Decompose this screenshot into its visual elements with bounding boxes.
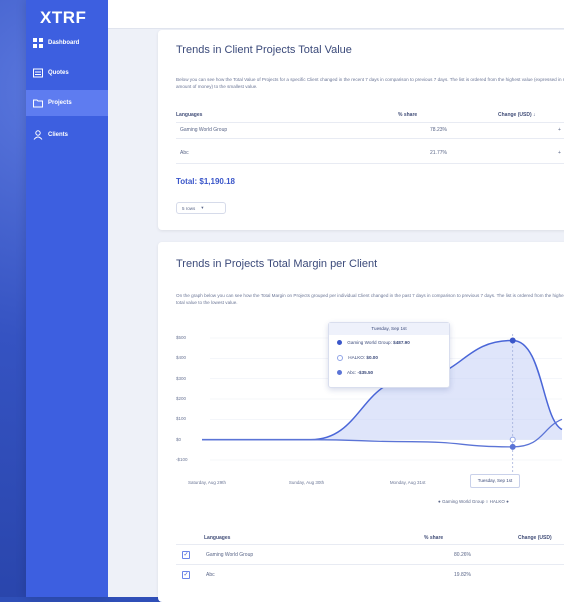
y-tick-label: $200 bbox=[176, 396, 187, 401]
x-tick-label: Sunday, Aug 30th bbox=[288, 480, 325, 485]
row-checkbox[interactable]: ✓ bbox=[182, 571, 190, 579]
y-tick-label: $100 bbox=[176, 416, 187, 422]
row-checkbox[interactable]: ✓ bbox=[182, 551, 190, 559]
x-tick-label: Monday, Aug 31st bbox=[389, 480, 426, 485]
card-description: On the graph below you can see how the T… bbox=[176, 293, 564, 305]
tooltip-series-name: Abc bbox=[347, 370, 355, 375]
legend-item-halko[interactable]: ○ HALKO bbox=[486, 499, 505, 504]
chevron-down-icon: ▾ bbox=[201, 205, 204, 210]
tooltip-series-name: HALKO bbox=[348, 355, 364, 361]
column-header-languages: Languages bbox=[176, 112, 203, 118]
table-cell-name: Gaming World Group bbox=[206, 552, 254, 558]
y-tick-label: $400 bbox=[176, 355, 187, 361]
rows-select-value: 5 rows bbox=[182, 205, 196, 211]
highlighted-date-tag: Tuesday, Sep 1st bbox=[470, 474, 520, 488]
series-dot-icon bbox=[337, 370, 342, 376]
data-point-abc bbox=[509, 443, 516, 450]
column-header-share: % share bbox=[398, 112, 418, 118]
main-content: Trends in Client Projects Total Value Be… bbox=[108, 0, 564, 602]
divider bbox=[176, 138, 564, 139]
column-header-change[interactable]: Change (USD) ↓ bbox=[498, 112, 536, 118]
quotes-icon bbox=[33, 68, 43, 78]
sidebar-item-projects[interactable]: Projects bbox=[26, 90, 108, 116]
tooltip-row: Abc: -$35.50 bbox=[337, 370, 374, 376]
top-bar bbox=[108, 0, 564, 29]
legend-label: Gaming World Group bbox=[441, 499, 485, 504]
chart-tooltip: Tuesday, Sep 1st Gaming World Group: $48… bbox=[328, 322, 450, 388]
y-tick-label: -$100 bbox=[176, 457, 188, 462]
tooltip-date: Tuesday, Sep 1st bbox=[329, 323, 449, 335]
tooltip-value: $487.90 bbox=[393, 340, 410, 345]
sidebar-item-label: Quotes bbox=[48, 70, 69, 76]
divider bbox=[176, 544, 564, 545]
x-tick-label: Saturday, Aug 29th bbox=[188, 480, 226, 485]
y-tick-label: $300 bbox=[176, 375, 187, 381]
tooltip-value: -$35.50 bbox=[357, 370, 374, 375]
projects-icon bbox=[33, 98, 43, 108]
table-cell-share: 19.82% bbox=[454, 572, 471, 578]
sidebar-item-dashboard[interactable]: Dashboard bbox=[26, 30, 108, 56]
sidebar-item-label: Clients bbox=[48, 132, 69, 138]
tooltip-row: Gaming World Group: $487.90 bbox=[337, 340, 410, 346]
column-header-languages: Languages bbox=[204, 535, 231, 541]
table-cell-share: 80.26% bbox=[454, 552, 471, 558]
card-description: Below you can see how the Total Value of… bbox=[176, 77, 564, 89]
divider bbox=[176, 564, 564, 565]
table-cell-share: 21.77% bbox=[430, 150, 447, 156]
data-point-halko bbox=[509, 436, 516, 443]
xtrf-logo: XTRF bbox=[40, 8, 87, 27]
sidebar-item-label: Projects bbox=[48, 100, 72, 106]
data-point-gaming-world-group bbox=[509, 337, 516, 344]
column-header-share: % share bbox=[424, 535, 444, 541]
column-header-change: Change (USD) bbox=[518, 535, 552, 541]
divider bbox=[176, 122, 564, 123]
tooltip-value: $0.00 bbox=[366, 355, 378, 361]
legend-item-abc[interactable]: ● bbox=[506, 499, 509, 504]
table-cell-name: Gaming World Group bbox=[180, 127, 228, 133]
table-cell-change: + bbox=[558, 150, 561, 156]
tooltip-row: HALKO: $0.00 bbox=[337, 355, 378, 361]
table-cell-name: Abc bbox=[180, 150, 189, 156]
clients-icon bbox=[33, 130, 43, 140]
divider bbox=[176, 163, 564, 164]
table-cell-name: Abc bbox=[206, 572, 215, 578]
y-tick-label: $500 bbox=[176, 335, 187, 340]
legend-item-gaming-world-group[interactable]: ● Gaming World Group bbox=[438, 499, 484, 504]
dashboard-icon bbox=[33, 38, 43, 48]
legend-label: HALKO bbox=[489, 499, 505, 504]
table-cell-change: + bbox=[558, 127, 561, 133]
y-tick-label: $0 bbox=[176, 436, 182, 442]
sidebar-item-quotes[interactable]: Quotes bbox=[26, 60, 108, 86]
series-dot-icon bbox=[337, 355, 343, 361]
card-title: Trends in Projects Total Margin per Clie… bbox=[176, 258, 378, 270]
series-dot-icon bbox=[337, 340, 342, 346]
total-value: Total: $1,190.18 bbox=[176, 177, 235, 186]
sidebar-item-label: Dashboard bbox=[48, 40, 80, 46]
table-cell-share: 78.23% bbox=[430, 127, 447, 133]
card-title: Trends in Client Projects Total Value bbox=[176, 44, 352, 56]
tooltip-series-name: Gaming World Group bbox=[347, 340, 391, 345]
sidebar: XTRF Dashboard Quotes Projects Clients bbox=[26, 0, 108, 597]
client-projects-value-card: Trends in Client Projects Total Value Be… bbox=[158, 30, 564, 230]
chart-legend: ● Gaming World Group ○ HALKO ● bbox=[438, 499, 509, 504]
sidebar-item-clients[interactable]: Clients bbox=[26, 122, 108, 148]
rows-select[interactable]: 5 rows ▾ bbox=[176, 202, 226, 214]
sort-arrow-down-icon: ↓ bbox=[533, 112, 536, 118]
column-header-change-label: Change (USD) bbox=[498, 112, 532, 118]
